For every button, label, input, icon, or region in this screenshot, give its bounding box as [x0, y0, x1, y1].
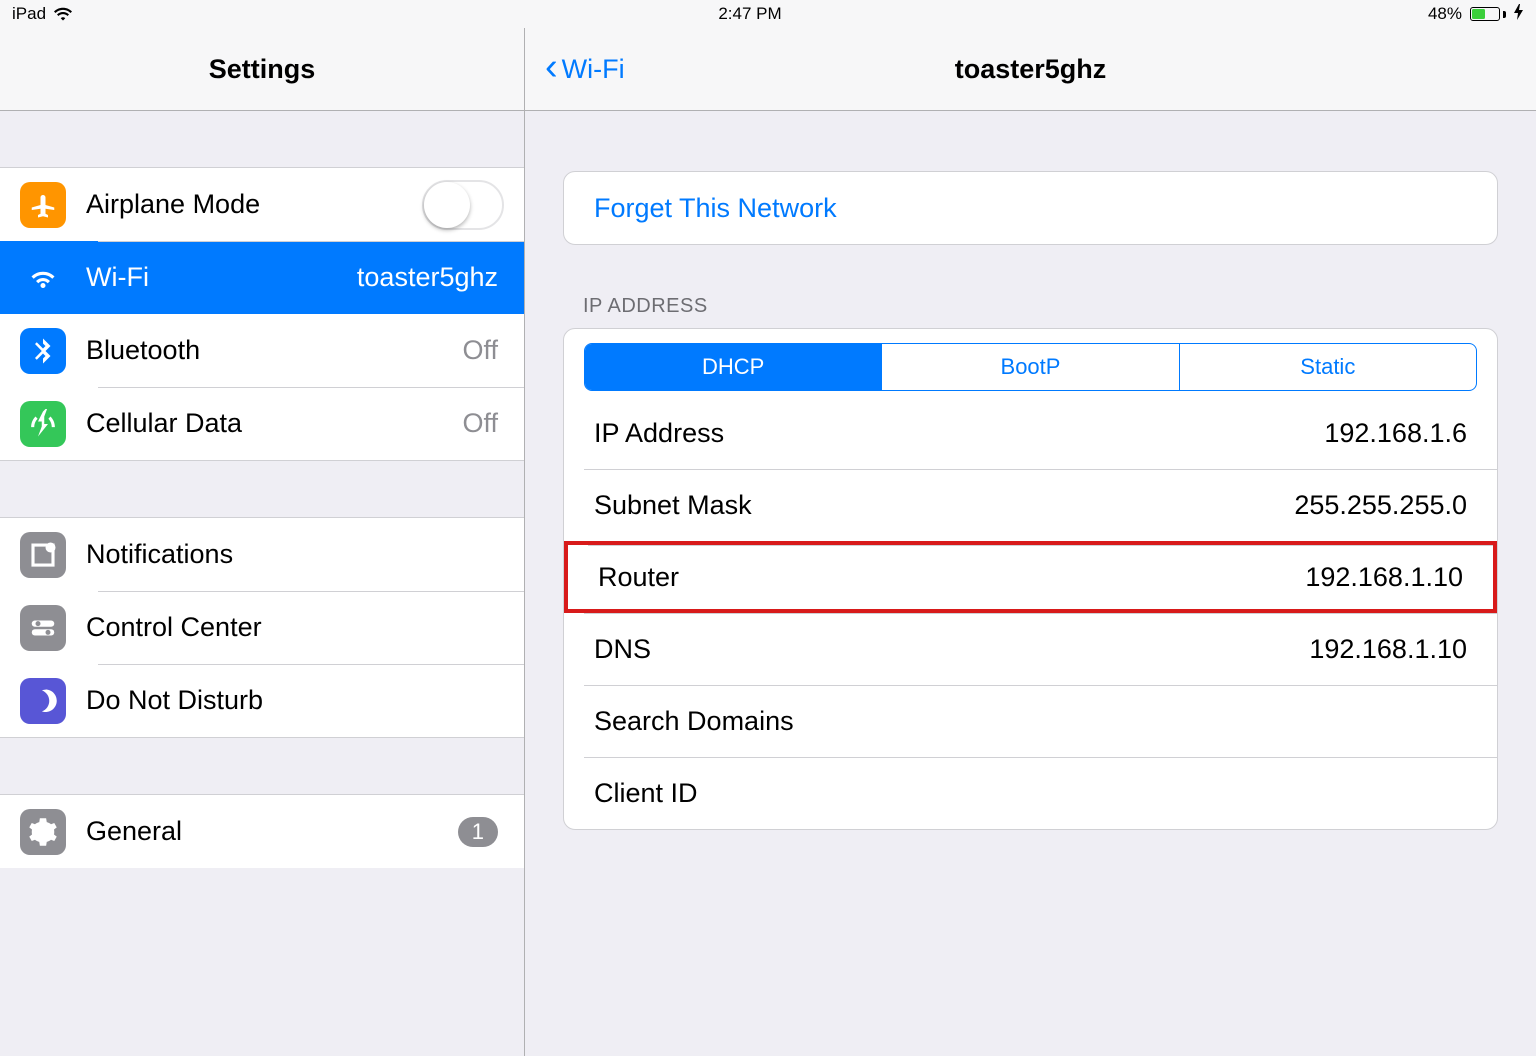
settings-sidebar: Settings Airplane Mode Wi-Fi toaster5ghz… [0, 28, 525, 1056]
sidebar-group-general: General 1 [0, 794, 524, 868]
forget-label: Forget This Network [594, 193, 837, 224]
notifications-icon [20, 532, 66, 578]
wifi-value: toaster5ghz [357, 262, 498, 293]
status-time: 2:47 PM [718, 4, 781, 24]
general-label: General [86, 816, 458, 847]
segment-bootp[interactable]: BootP [881, 344, 1178, 390]
row-client-id[interactable]: Client ID [564, 757, 1497, 829]
control-center-label: Control Center [86, 612, 504, 643]
wifi-status-icon [54, 7, 72, 21]
airplane-icon [20, 182, 66, 228]
ip-address-card: DHCP BootP Static IP Address 192.168.1.6… [563, 328, 1498, 830]
chevron-left-icon: ‹ [545, 48, 558, 86]
row-search-domains[interactable]: Search Domains [564, 685, 1497, 757]
battery-icon [1470, 7, 1506, 21]
sidebar-item-control-center[interactable]: Control Center [0, 591, 524, 664]
sidebar-item-dnd[interactable]: Do Not Disturb [0, 664, 524, 737]
row-router[interactable]: Router 192.168.1.10 [564, 541, 1497, 613]
charging-icon [1514, 4, 1524, 25]
ip-mode-segment: DHCP BootP Static [584, 343, 1477, 391]
general-badge: 1 [458, 817, 498, 847]
moon-icon [20, 678, 66, 724]
row-dns[interactable]: DNS 192.168.1.10 [564, 613, 1497, 685]
segment-dhcp[interactable]: DHCP [585, 344, 881, 390]
ip-address-value: 192.168.1.6 [1324, 418, 1467, 449]
wifi-icon [20, 255, 66, 301]
back-button[interactable]: ‹ Wi-Fi [545, 52, 625, 86]
wifi-label: Wi-Fi [86, 262, 357, 293]
sidebar-item-general[interactable]: General 1 [0, 795, 524, 868]
bluetooth-label: Bluetooth [86, 335, 462, 366]
battery-percent: 48% [1428, 4, 1462, 24]
detail-header: ‹ Wi-Fi toaster5ghz [525, 28, 1536, 111]
sidebar-title: Settings [0, 28, 524, 111]
ip-address-label: IP Address [594, 418, 1324, 449]
forget-network-card: Forget This Network [563, 171, 1498, 245]
segment-static[interactable]: Static [1179, 344, 1476, 390]
row-subnet-mask[interactable]: Subnet Mask 255.255.255.0 [564, 469, 1497, 541]
subnet-value: 255.255.255.0 [1294, 490, 1467, 521]
dnd-label: Do Not Disturb [86, 685, 504, 716]
airplane-switch[interactable] [422, 180, 504, 230]
detail-title: toaster5ghz [955, 54, 1107, 85]
row-ip-address[interactable]: IP Address 192.168.1.6 [564, 397, 1497, 469]
detail-pane: ‹ Wi-Fi toaster5ghz Forget This Network … [525, 28, 1536, 1056]
sidebar-item-wifi[interactable]: Wi-Fi toaster5ghz [0, 241, 524, 314]
client-id-label: Client ID [594, 778, 1467, 809]
sidebar-group-alerts: Notifications Control Center Do Not Dist… [0, 517, 524, 738]
sidebar-item-airplane[interactable]: Airplane Mode [0, 168, 524, 241]
search-domains-label: Search Domains [594, 706, 1467, 737]
ip-address-section-label: IP ADDRESS [583, 295, 1498, 318]
airplane-label: Airplane Mode [86, 189, 422, 220]
notifications-label: Notifications [86, 539, 504, 570]
bluetooth-icon [20, 328, 66, 374]
dns-label: DNS [594, 634, 1309, 665]
back-label: Wi-Fi [562, 54, 625, 85]
bluetooth-value: Off [462, 335, 498, 366]
cellular-label: Cellular Data [86, 408, 462, 439]
cellular-value: Off [462, 408, 498, 439]
forget-network-button[interactable]: Forget This Network [564, 172, 1497, 244]
device-name: iPad [12, 4, 46, 24]
status-bar: iPad 2:47 PM 48% [0, 0, 1536, 28]
subnet-label: Subnet Mask [594, 490, 1294, 521]
router-value: 192.168.1.10 [1305, 562, 1463, 593]
sidebar-item-bluetooth[interactable]: Bluetooth Off [0, 314, 524, 387]
router-label: Router [598, 562, 1305, 593]
sidebar-group-connectivity: Airplane Mode Wi-Fi toaster5ghz Bluetoot… [0, 167, 524, 461]
sidebar-item-notifications[interactable]: Notifications [0, 518, 524, 591]
control-center-icon [20, 605, 66, 651]
sidebar-item-cellular[interactable]: Cellular Data Off [0, 387, 524, 460]
gear-icon [20, 809, 66, 855]
cellular-icon [20, 401, 66, 447]
dns-value: 192.168.1.10 [1309, 634, 1467, 665]
